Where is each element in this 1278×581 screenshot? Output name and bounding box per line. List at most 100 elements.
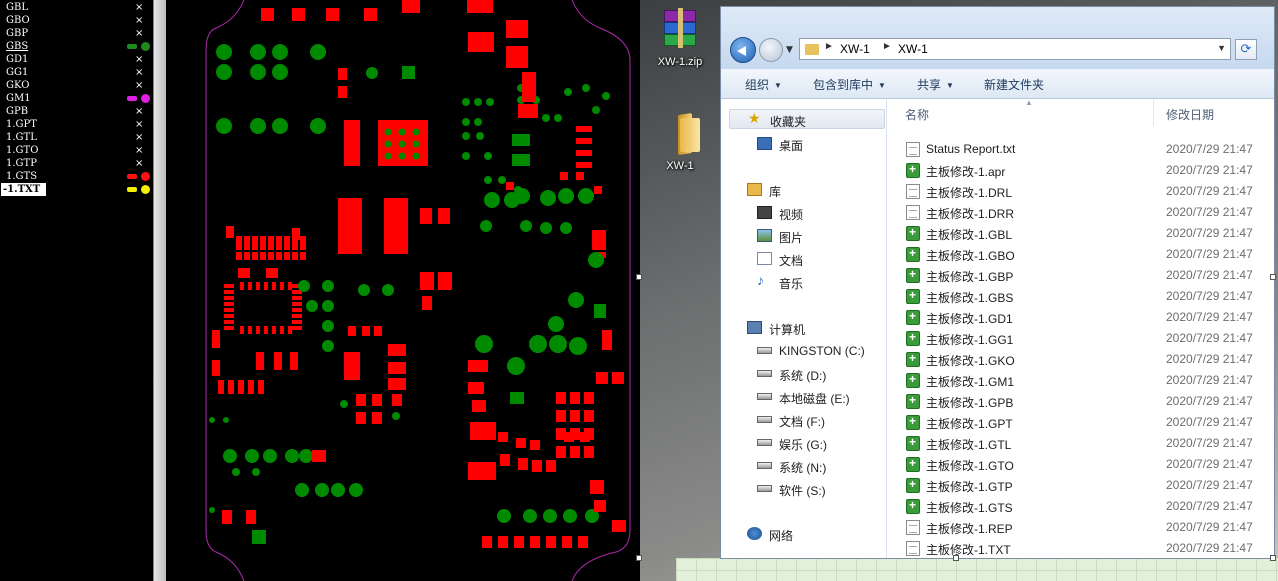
- layer-hidden-toggle[interactable]: ×: [135, 1, 143, 14]
- layer-color-swatch[interactable]: [127, 96, 137, 101]
- file-row[interactable]: 主板修改-1.GG1 2020/7/29 21:47: [887, 328, 1274, 349]
- layer-visible-dot[interactable]: [141, 42, 150, 51]
- file-row[interactable]: 主板修改-1.TXT 2020/7/29 21:47: [887, 538, 1274, 559]
- file-row[interactable]: 主板修改-1.GD1 2020/7/29 21:47: [887, 307, 1274, 328]
- layer-hidden-toggle[interactable]: ×: [135, 144, 143, 157]
- address-bar[interactable]: ► XW-1 ► XW-1 ▼: [799, 38, 1231, 60]
- resize-handle[interactable]: [1270, 274, 1276, 280]
- nav-music[interactable]: ♪ 音乐: [757, 272, 877, 292]
- layer-row[interactable]: 1.GPT ×: [0, 118, 153, 131]
- layer-hidden-toggle[interactable]: ×: [135, 118, 143, 131]
- file-row[interactable]: 主板修改-1.GKO 2020/7/29 21:47: [887, 349, 1274, 370]
- file-row[interactable]: 主板修改-1.DRL 2020/7/29 21:47: [887, 181, 1274, 202]
- layer-visible-dot[interactable]: [141, 94, 150, 103]
- nav-videos[interactable]: 视频: [757, 203, 877, 223]
- layer-hidden-toggle[interactable]: ×: [135, 53, 143, 66]
- column-header-name[interactable]: 名称: [905, 106, 929, 123]
- share-menu[interactable]: 共享 ▼: [917, 76, 954, 93]
- desktop-icon-zip[interactable]: XW-1.zip: [640, 8, 720, 68]
- layer-color-swatch[interactable]: [127, 187, 137, 192]
- resize-handle[interactable]: [953, 555, 959, 561]
- layer-hidden-toggle[interactable]: ×: [135, 131, 143, 144]
- layer-row[interactable]: GBO ×: [0, 14, 153, 27]
- file-row[interactable]: 主板修改-1.GBO 2020/7/29 21:47: [887, 244, 1274, 265]
- desktop-icon-folder[interactable]: XW-1: [640, 112, 720, 172]
- layer-row[interactable]: GBS: [0, 40, 153, 53]
- panel-splitter[interactable]: [153, 0, 166, 581]
- layer-visible-dot[interactable]: [141, 172, 150, 181]
- layer-hidden-toggle[interactable]: ×: [135, 157, 143, 170]
- layer-color-swatch[interactable]: [127, 174, 137, 179]
- through-hole-pad: [475, 335, 493, 353]
- layer-row[interactable]: 1.GTP ×: [0, 157, 153, 170]
- file-row[interactable]: 主板修改-1.GTS 2020/7/29 21:47: [887, 496, 1274, 517]
- through-hole-pad: [486, 98, 494, 106]
- layer-name: GPB: [6, 106, 29, 117]
- layer-row[interactable]: 1.GTL ×: [0, 131, 153, 144]
- layer-row[interactable]: GBP ×: [0, 27, 153, 40]
- new-folder-button[interactable]: 新建文件夹: [984, 76, 1044, 93]
- layer-hidden-toggle[interactable]: ×: [135, 105, 143, 118]
- nav-drive[interactable]: 系统 (D:): [757, 364, 887, 384]
- nav-pictures[interactable]: 图片: [757, 226, 877, 246]
- layer-row[interactable]: GKO ×: [0, 79, 153, 92]
- file-row[interactable]: 主板修改-1.GTP 2020/7/29 21:47: [887, 475, 1274, 496]
- file-row[interactable]: 主板修改-1.GTL 2020/7/29 21:47: [887, 433, 1274, 454]
- resize-handle[interactable]: [1270, 555, 1276, 561]
- file-row[interactable]: 主板修改-1.GBL 2020/7/29 21:47: [887, 223, 1274, 244]
- document-icon: [757, 252, 772, 265]
- file-row[interactable]: 主板修改-1.GBS 2020/7/29 21:47: [887, 286, 1274, 307]
- back-button[interactable]: [730, 37, 756, 63]
- chevron-down-icon[interactable]: ▼: [1217, 43, 1226, 53]
- file-row[interactable]: 主板修改-1.DRR 2020/7/29 21:47: [887, 202, 1274, 223]
- forward-button[interactable]: [759, 38, 783, 62]
- layer-hidden-toggle[interactable]: ×: [135, 66, 143, 79]
- layer-row[interactable]: 1.GTO ×: [0, 144, 153, 157]
- recent-pages-dropdown[interactable]: ▼: [786, 45, 793, 55]
- nav-drive[interactable]: 文档 (F:): [757, 410, 887, 430]
- layer-hidden-toggle[interactable]: ×: [135, 14, 143, 27]
- organize-menu[interactable]: 组织 ▼: [745, 76, 782, 93]
- refresh-button[interactable]: ⟳: [1235, 39, 1257, 60]
- file-row[interactable]: 主板修改-1.GPT 2020/7/29 21:47: [887, 412, 1274, 433]
- include-in-library-menu[interactable]: 包含到库中 ▼: [813, 76, 886, 93]
- layer-hidden-toggle[interactable]: ×: [135, 27, 143, 40]
- layer-color-swatch[interactable]: [127, 44, 137, 49]
- nav-drive[interactable]: 本地磁盘 (E:): [757, 387, 887, 407]
- nav-drive[interactable]: 软件 (S:): [757, 479, 887, 499]
- nav-libraries[interactable]: 库: [747, 180, 877, 200]
- layer-row[interactable]: 1.GTS: [0, 170, 153, 183]
- layer-row[interactable]: GG1 ×: [0, 66, 153, 79]
- file-row[interactable]: 主板修改-1.apr 2020/7/29 21:47: [887, 160, 1274, 181]
- through-hole-pad: [543, 509, 557, 523]
- breadcrumb-item[interactable]: XW-1: [840, 42, 870, 56]
- layer-row[interactable]: GPB ×: [0, 105, 153, 118]
- file-row[interactable]: 主板修改-1.GPB 2020/7/29 21:47: [887, 391, 1274, 412]
- nav-drive[interactable]: 系统 (N:): [757, 456, 887, 476]
- file-row[interactable]: 主板修改-1.REP 2020/7/29 21:47: [887, 517, 1274, 538]
- nav-computer[interactable]: 计算机: [747, 318, 877, 338]
- column-divider[interactable]: [1153, 100, 1154, 126]
- nav-documents[interactable]: 文档: [757, 249, 877, 269]
- nav-favorites[interactable]: ★ 收藏夹: [729, 109, 885, 129]
- file-row[interactable]: 主板修改-1.GBP 2020/7/29 21:47: [887, 265, 1274, 286]
- file-row[interactable]: Status Report.txt 2020/7/29 21:47: [887, 139, 1274, 160]
- resize-handle[interactable]: [636, 274, 642, 280]
- nav-drive[interactable]: KINGSTON (C:): [757, 341, 887, 361]
- nav-network[interactable]: 网络: [747, 524, 877, 544]
- nav-drive[interactable]: 娱乐 (G:): [757, 433, 887, 453]
- layer-row[interactable]: -1.TXT: [0, 183, 153, 196]
- smd-pad: [584, 446, 594, 458]
- layer-hidden-toggle[interactable]: ×: [135, 79, 143, 92]
- pcb-canvas[interactable]: [166, 0, 640, 581]
- layer-row[interactable]: GBL ×: [0, 1, 153, 14]
- layer-row[interactable]: GD1 ×: [0, 53, 153, 66]
- resize-handle[interactable]: [636, 555, 642, 561]
- breadcrumb-item[interactable]: XW-1: [898, 42, 928, 56]
- column-header-modified[interactable]: 修改日期: [1166, 106, 1214, 123]
- layer-row[interactable]: GM1: [0, 92, 153, 105]
- file-row[interactable]: 主板修改-1.GTO 2020/7/29 21:47: [887, 454, 1274, 475]
- nav-desktop[interactable]: 桌面: [757, 134, 877, 154]
- layer-visible-dot[interactable]: [141, 185, 150, 194]
- file-row[interactable]: 主板修改-1.GM1 2020/7/29 21:47: [887, 370, 1274, 391]
